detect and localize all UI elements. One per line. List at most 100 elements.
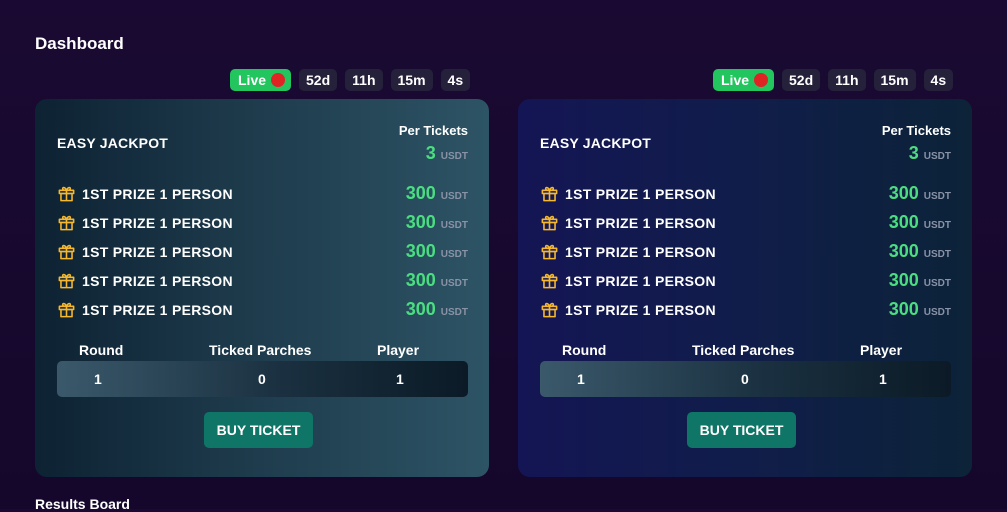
countdown-seconds: 4s bbox=[923, 69, 954, 91]
ticked-header: Ticked Parches bbox=[692, 342, 795, 358]
prize-list: 1ST PRIZE 1 PERSON 300 USDT 1ST PRIZE 1 … bbox=[540, 179, 951, 324]
live-badge: Live bbox=[230, 69, 292, 91]
prize-row: 1ST PRIZE 1 PERSON 300 USDT bbox=[540, 179, 951, 208]
gift-icon bbox=[541, 244, 558, 260]
live-dot-icon bbox=[271, 73, 286, 87]
buy-ticket-button[interactable]: BUY TICKET bbox=[204, 412, 313, 448]
per-tickets-unit: USDT bbox=[440, 151, 468, 162]
countdown-minutes: 15m bbox=[390, 69, 433, 91]
prize-amount: 300 bbox=[405, 270, 436, 290]
buy-ticket-button[interactable]: BUY TICKET bbox=[687, 412, 796, 448]
jackpot-card: EASY JACKPOT Per Tickets 3 USDT 1ST PRIZ… bbox=[35, 99, 489, 477]
prize-amount: 300 bbox=[888, 241, 919, 261]
prize-row: 1ST PRIZE 1 PERSON 300 USDT bbox=[57, 208, 468, 237]
gift-icon bbox=[58, 215, 75, 231]
prize-label: 1ST PRIZE 1 PERSON bbox=[565, 272, 716, 289]
prize-amount: 300 bbox=[405, 241, 436, 261]
ticked-value: 0 bbox=[258, 371, 266, 387]
round-value: 1 bbox=[577, 371, 585, 387]
stats-values: 1 0 1 bbox=[57, 361, 468, 397]
per-tickets-label: Per Tickets bbox=[881, 123, 951, 138]
prize-label: 1ST PRIZE 1 PERSON bbox=[565, 185, 716, 202]
gift-icon bbox=[541, 273, 558, 289]
per-tickets-value: 3 bbox=[425, 143, 436, 163]
prize-label: 1ST PRIZE 1 PERSON bbox=[565, 214, 716, 231]
prize-unit: USDT bbox=[923, 278, 951, 289]
prize-row: 1ST PRIZE 1 PERSON 300 USDT bbox=[57, 266, 468, 295]
prize-row: 1ST PRIZE 1 PERSON 300 USDT bbox=[540, 237, 951, 266]
live-label: Live bbox=[721, 72, 750, 88]
prize-list: 1ST PRIZE 1 PERSON 300 USDT 1ST PRIZE 1 … bbox=[57, 179, 468, 324]
countdown-timer: Live 52d 11h 15m 4s bbox=[230, 69, 471, 92]
prize-amount: 300 bbox=[888, 183, 919, 203]
player-header: Player bbox=[377, 342, 420, 358]
live-label: Live bbox=[238, 72, 267, 88]
prize-label: 1ST PRIZE 1 PERSON bbox=[82, 185, 233, 202]
prize-amount: 300 bbox=[405, 299, 436, 319]
prize-unit: USDT bbox=[923, 307, 951, 318]
live-dot-icon bbox=[754, 73, 769, 87]
jackpot-name: EASY JACKPOT bbox=[57, 135, 169, 151]
jackpot-card: EASY JACKPOT Per Tickets 3 USDT 1ST PRIZ… bbox=[518, 99, 972, 477]
live-badge: Live bbox=[713, 69, 775, 91]
round-header: Round bbox=[79, 342, 124, 358]
prize-unit: USDT bbox=[440, 191, 468, 202]
gift-icon bbox=[541, 302, 558, 318]
round-header: Round bbox=[562, 342, 607, 358]
prize-label: 1ST PRIZE 1 PERSON bbox=[82, 243, 233, 260]
stats-header: Round Ticked Parches Player bbox=[540, 342, 951, 360]
results-board-title: Results Board bbox=[35, 496, 130, 512]
prize-row: 1ST PRIZE 1 PERSON 300 USDT bbox=[57, 179, 468, 208]
gift-icon bbox=[58, 244, 75, 260]
prize-row: 1ST PRIZE 1 PERSON 300 USDT bbox=[540, 295, 951, 324]
prize-label: 1ST PRIZE 1 PERSON bbox=[82, 301, 233, 318]
prize-label: 1ST PRIZE 1 PERSON bbox=[565, 301, 716, 318]
prize-unit: USDT bbox=[923, 191, 951, 202]
gift-icon bbox=[541, 215, 558, 231]
per-tickets-price: 3 USDT bbox=[426, 143, 468, 164]
countdown-hours: 11h bbox=[828, 69, 866, 91]
round-value: 1 bbox=[94, 371, 102, 387]
gift-icon bbox=[58, 302, 75, 318]
countdown-days: 52d bbox=[299, 69, 338, 91]
prize-row: 1ST PRIZE 1 PERSON 300 USDT bbox=[57, 295, 468, 324]
player-header: Player bbox=[860, 342, 903, 358]
prize-row: 1ST PRIZE 1 PERSON 300 USDT bbox=[540, 266, 951, 295]
countdown-days: 52d bbox=[782, 69, 821, 91]
prize-unit: USDT bbox=[440, 307, 468, 318]
per-tickets-price: 3 USDT bbox=[909, 143, 951, 164]
prize-amount: 300 bbox=[888, 212, 919, 232]
gift-icon bbox=[58, 186, 75, 202]
prize-label: 1ST PRIZE 1 PERSON bbox=[565, 243, 716, 260]
per-tickets-value: 3 bbox=[908, 143, 919, 163]
per-tickets-unit: USDT bbox=[923, 151, 951, 162]
stats-header: Round Ticked Parches Player bbox=[57, 342, 468, 360]
prize-row: 1ST PRIZE 1 PERSON 300 USDT bbox=[57, 237, 468, 266]
countdown-seconds: 4s bbox=[440, 69, 471, 91]
gift-icon bbox=[541, 186, 558, 202]
ticked-header: Ticked Parches bbox=[209, 342, 312, 358]
player-value: 1 bbox=[396, 371, 404, 387]
stats-values: 1 0 1 bbox=[540, 361, 951, 397]
ticked-value: 0 bbox=[741, 371, 749, 387]
gift-icon bbox=[58, 273, 75, 289]
page-title: Dashboard bbox=[35, 34, 124, 53]
countdown-minutes: 15m bbox=[873, 69, 916, 91]
prize-amount: 300 bbox=[405, 183, 436, 203]
prize-unit: USDT bbox=[440, 278, 468, 289]
per-tickets-label: Per Tickets bbox=[398, 123, 468, 138]
prize-amount: 300 bbox=[888, 270, 919, 290]
prize-label: 1ST PRIZE 1 PERSON bbox=[82, 272, 233, 289]
prize-amount: 300 bbox=[888, 299, 919, 319]
player-value: 1 bbox=[879, 371, 887, 387]
prize-label: 1ST PRIZE 1 PERSON bbox=[82, 214, 233, 231]
prize-unit: USDT bbox=[923, 220, 951, 231]
countdown-timer: Live 52d 11h 15m 4s bbox=[713, 69, 954, 92]
prize-unit: USDT bbox=[440, 249, 468, 260]
jackpot-name: EASY JACKPOT bbox=[540, 135, 652, 151]
prize-unit: USDT bbox=[440, 220, 468, 231]
countdown-hours: 11h bbox=[345, 69, 383, 91]
prize-unit: USDT bbox=[923, 249, 951, 260]
prize-row: 1ST PRIZE 1 PERSON 300 USDT bbox=[540, 208, 951, 237]
prize-amount: 300 bbox=[405, 212, 436, 232]
